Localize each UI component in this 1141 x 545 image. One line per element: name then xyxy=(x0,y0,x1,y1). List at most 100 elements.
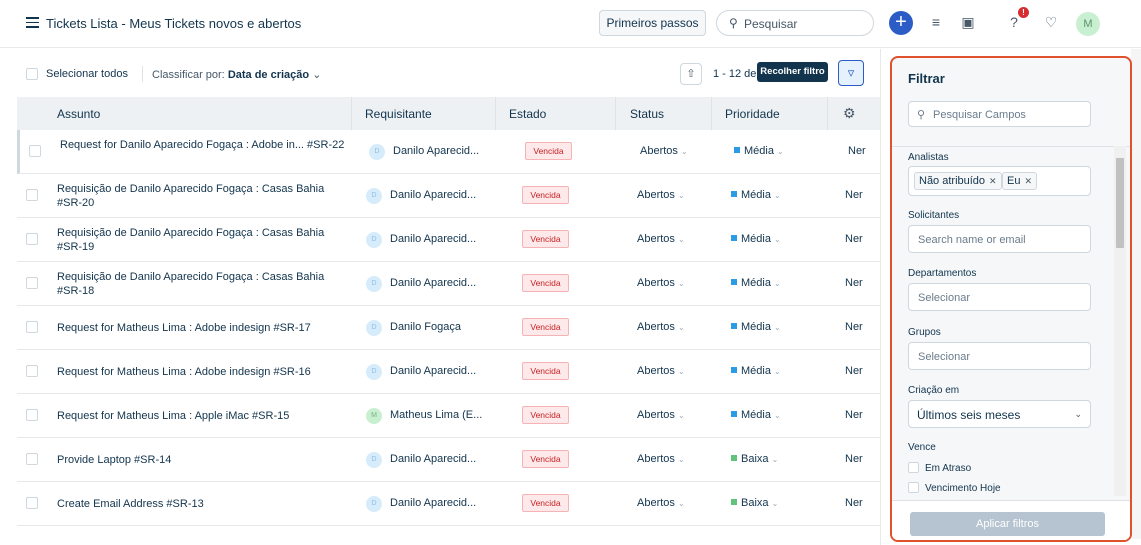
filter-scrollbar-thumb[interactable] xyxy=(1116,158,1124,248)
priority-dropdown[interactable]: Média ⌄ xyxy=(731,233,781,245)
table-row[interactable]: Requisição de Danilo Aparecido Fogaça : … xyxy=(17,262,880,306)
close-icon[interactable]: ✕ xyxy=(989,176,997,186)
menu-icon[interactable] xyxy=(26,17,39,28)
row-checkbox[interactable] xyxy=(26,453,38,465)
column-prioridade[interactable]: Prioridade xyxy=(725,107,780,121)
em-atraso-checkbox[interactable] xyxy=(908,462,919,473)
requester-name[interactable]: Danilo Aparecid... xyxy=(390,277,476,289)
row-checkbox[interactable] xyxy=(26,233,38,245)
arrow-up-icon[interactable]: ⇧ xyxy=(680,63,702,85)
priority-dropdown[interactable]: Média ⌄ xyxy=(731,277,781,289)
status-dropdown[interactable]: Abertos ⌄ xyxy=(637,409,685,421)
chevron-down-icon: ⌄ xyxy=(774,411,781,420)
priority-dropdown[interactable]: Média ⌄ xyxy=(731,321,781,333)
requester-name[interactable]: Danilo Aparecid... xyxy=(393,145,479,157)
requester-name[interactable]: Danilo Aparecid... xyxy=(390,189,476,201)
ticket-subject[interactable]: Request for Matheus Lima : Adobe indesig… xyxy=(57,321,342,335)
ticket-subject[interactable]: Requisição de Danilo Aparecido Fogaça : … xyxy=(57,182,342,210)
row-checkbox[interactable] xyxy=(26,189,38,201)
tag-label: Não atribuído xyxy=(919,175,986,187)
table-row[interactable]: Create Email Address #SR-13 D Danilo Apare… xyxy=(17,482,880,526)
requester-name[interactable]: Danilo Aparecid... xyxy=(390,365,476,377)
column-divider xyxy=(711,97,712,130)
priority-dropdown[interactable]: Média ⌄ xyxy=(731,365,781,377)
departamentos-select[interactable]: Selecionar xyxy=(908,283,1091,311)
table-row[interactable]: Request for Matheus Lima : Adobe indesig… xyxy=(17,306,880,350)
status-dropdown[interactable]: Abertos ⌄ xyxy=(637,365,685,377)
apply-filters-button[interactable]: Aplicar filtros xyxy=(910,512,1105,536)
ticket-subject[interactable]: Requisição de Danilo Aparecido Fogaça : … xyxy=(57,226,342,254)
column-requisitante[interactable]: Requisitante xyxy=(365,107,432,121)
chevron-down-icon: ⌄ xyxy=(774,235,781,244)
gear-icon[interactable]: ⚙ xyxy=(843,105,856,122)
avatar[interactable]: M xyxy=(1076,12,1100,36)
ticket-subject[interactable]: Provide Laptop #SR-14 xyxy=(57,453,342,467)
global-search-input[interactable]: ⚲ Pesquisar xyxy=(716,10,874,36)
bell-icon[interactable]: ♡ xyxy=(1041,12,1061,32)
priority-color-square xyxy=(731,411,737,417)
filter-scrollbar[interactable] xyxy=(1114,146,1126,496)
row-checkbox[interactable] xyxy=(29,145,41,157)
ticket-subject[interactable]: Request for Matheus Lima : Apple iMac #S… xyxy=(57,409,342,423)
requester-name[interactable]: Danilo Aparecid... xyxy=(390,233,476,245)
select-all-label[interactable]: Selecionar todos xyxy=(46,68,128,80)
requester-name[interactable]: Matheus Lima (E... xyxy=(390,409,482,421)
solicitantes-input[interactable]: Search name or email xyxy=(908,225,1091,253)
requester-avatar: D xyxy=(366,496,382,512)
priority-dropdown[interactable]: Baixa ⌄ xyxy=(731,497,778,509)
chevron-down-icon: ⌄ xyxy=(777,147,784,156)
main-scrollbar[interactable] xyxy=(1131,49,1141,539)
grupos-select[interactable]: Selecionar xyxy=(908,342,1091,370)
requester-name[interactable]: Danilo Fogaça xyxy=(390,321,461,333)
status-dropdown[interactable]: Abertos ⌄ xyxy=(637,233,685,245)
select-all-checkbox[interactable] xyxy=(26,68,38,80)
table-row[interactable]: Requisição de Danilo Aparecido Fogaça : … xyxy=(17,174,880,218)
option-vencimento-hoje[interactable]: Vencimento Hoje xyxy=(908,482,1001,494)
criacao-select[interactable]: Últimos seis meses ⌄ xyxy=(908,400,1091,428)
ticket-subject[interactable]: Create Email Address #SR-13 xyxy=(57,497,342,511)
close-icon[interactable]: ✕ xyxy=(1024,176,1032,186)
filter-search-input[interactable]: ⚲ Pesquisar Campos xyxy=(908,101,1091,127)
status-dropdown[interactable]: Abertos ⌄ xyxy=(637,189,685,201)
row-checkbox[interactable] xyxy=(26,365,38,377)
row-checkbox[interactable] xyxy=(26,277,38,289)
row-checkbox[interactable] xyxy=(26,497,38,509)
primeiros-passos-button[interactable]: Primeiros passos xyxy=(599,10,706,36)
vence-label: Vence xyxy=(908,442,936,453)
row-checkbox[interactable] xyxy=(26,409,38,421)
status-dropdown[interactable]: Abertos ⌄ xyxy=(637,497,685,509)
column-status[interactable]: Status xyxy=(630,107,664,121)
status-dropdown[interactable]: Abertos ⌄ xyxy=(640,145,688,157)
sort-dropdown[interactable]: Classificar por: Data de criação ⌄ xyxy=(152,68,321,81)
row-checkbox[interactable] xyxy=(26,321,38,333)
status-dropdown[interactable]: Abertos ⌄ xyxy=(637,277,685,289)
ticket-subject[interactable]: Requisição de Danilo Aparecido Fogaça : … xyxy=(57,270,342,298)
table-row[interactable]: Request for Matheus Lima : Adobe indesig… xyxy=(17,350,880,394)
priority-dropdown[interactable]: Média ⌄ xyxy=(734,145,784,157)
calendar-icon[interactable]: ▣ xyxy=(958,12,978,32)
analistas-field[interactable]: Não atribuído ✕ Eu ✕ xyxy=(908,166,1091,196)
priority-color-square xyxy=(731,499,737,505)
column-assunto[interactable]: Assunto xyxy=(57,107,100,121)
ticket-subject[interactable]: Request for Matheus Lima : Adobe indesig… xyxy=(57,365,342,379)
status-dropdown[interactable]: Abertos ⌄ xyxy=(637,453,685,465)
requester-name[interactable]: Danilo Aparecid... xyxy=(390,497,476,509)
chevron-down-icon: ⌄ xyxy=(774,279,781,288)
table-row[interactable]: Provide Laptop #SR-14 D Danilo Aparecid...… xyxy=(17,438,880,482)
filter-icon[interactable]: ▿ xyxy=(838,60,864,86)
column-estado[interactable]: Estado xyxy=(509,107,546,121)
priority-dropdown[interactable]: Média ⌄ xyxy=(731,189,781,201)
table-row[interactable]: Request for Danilo Aparecido Fogaça : Ad… xyxy=(17,130,880,174)
table-row[interactable]: Request for Matheus Lima : Apple iMac #S… xyxy=(17,394,880,438)
status-dropdown[interactable]: Abertos ⌄ xyxy=(637,321,685,333)
priority-dropdown[interactable]: Média ⌄ xyxy=(731,409,781,421)
table-row[interactable]: Requisição de Danilo Aparecido Fogaça : … xyxy=(17,218,880,262)
requester-name[interactable]: Danilo Aparecid... xyxy=(390,453,476,465)
option-em-atraso[interactable]: Em Atraso xyxy=(908,462,971,474)
plus-icon[interactable]: + xyxy=(889,11,913,35)
vencimento-hoje-checkbox[interactable] xyxy=(908,482,919,493)
priority-value: Média xyxy=(741,233,771,245)
checklist-icon[interactable]: ≡ xyxy=(926,12,946,32)
priority-dropdown[interactable]: Baixa ⌄ xyxy=(731,453,778,465)
ticket-subject[interactable]: Request for Danilo Aparecido Fogaça : Ad… xyxy=(60,138,345,152)
